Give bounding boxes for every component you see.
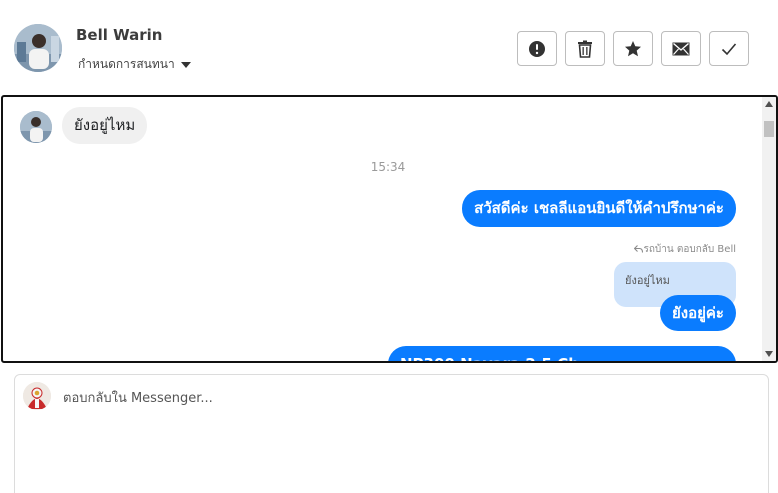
message-thread[interactable]: ยังอยู่ไหม 15:34 สวัสดีค่ะ เชลลีแอนยินดี… (1, 95, 778, 363)
trash-icon (578, 40, 592, 58)
contact-avatar[interactable] (14, 24, 62, 72)
assign-conversation-dropdown[interactable]: กำหนดการสนทนา (78, 55, 191, 74)
thread-scrollbar[interactable] (762, 97, 776, 361)
delete-button[interactable] (565, 31, 605, 66)
conversation-actions (517, 31, 749, 66)
mark-unread-button[interactable] (661, 31, 701, 66)
outgoing-message-truncated: NP300 Navara 2.5 Ch... (388, 346, 736, 361)
outgoing-reply-message: ยังอยู่ค่ะ (659, 295, 736, 331)
scrollbar-thumb[interactable] (764, 121, 774, 137)
page-avatar (23, 382, 51, 410)
star-icon (625, 40, 641, 56)
sender-avatar (20, 111, 52, 143)
check-icon (721, 42, 737, 55)
scroll-down-arrow-icon[interactable] (765, 351, 773, 357)
mark-done-button[interactable] (709, 31, 749, 66)
messenger-inbox: Bell Warin กำหนดการสนทนา ยังอยู่ไหม 15:3… (0, 0, 778, 493)
star-button[interactable] (613, 31, 653, 66)
scroll-up-arrow-icon[interactable] (765, 101, 773, 107)
reply-indicator-text: รถบ้าน ตอบกลับ Bell (643, 244, 736, 255)
reply-indicator: รถบ้าน ตอบกลับ Bell (634, 242, 736, 257)
conversation-header: Bell Warin กำหนดการสนทนา (0, 0, 778, 95)
outgoing-message: สวัสดีค่ะ เชลลีแอนยินดีให้คำปรึกษาค่ะ (462, 190, 736, 227)
message-timestamp: 15:34 (370, 160, 406, 174)
exclamation-circle-icon (529, 40, 545, 57)
assign-conversation-label: กำหนดการสนทนา (78, 57, 175, 71)
envelope-icon (672, 42, 690, 55)
contact-name: Bell Warin (76, 26, 163, 44)
incoming-message: ยังอยู่ไหม (62, 107, 148, 144)
caret-down-icon (180, 61, 191, 68)
reply-composer[interactable] (14, 374, 769, 493)
mark-spam-button[interactable] (517, 31, 557, 66)
reply-input[interactable] (63, 387, 743, 409)
